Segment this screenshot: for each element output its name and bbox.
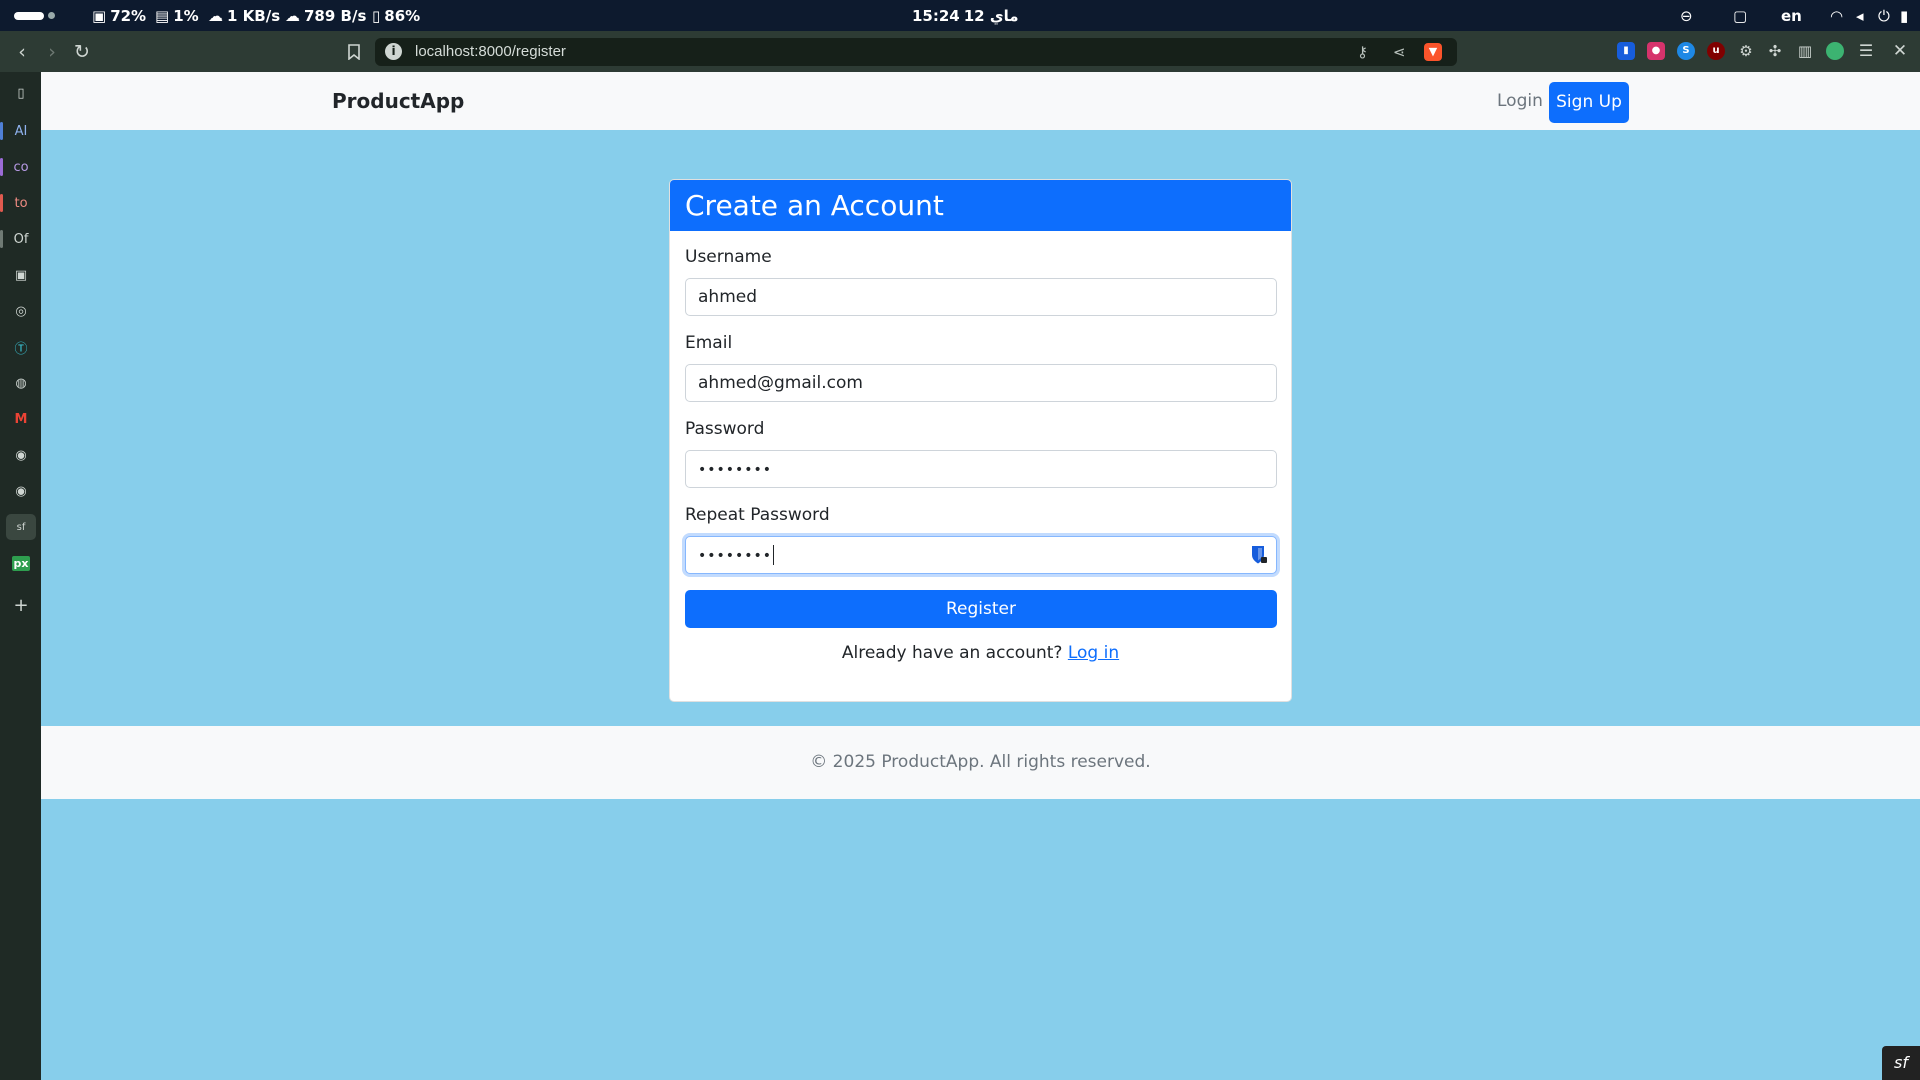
github-icon[interactable]: ◉ xyxy=(6,442,36,468)
sidebar-item-co[interactable]: co xyxy=(0,154,36,180)
disk-indicator: ▤ 1% xyxy=(155,0,199,31)
symfony-toolbar-icon[interactable]: sf xyxy=(1882,1046,1920,1080)
browser-toolbar: ‹ › ↻ i localhost:8000/register ⚷ ⋖ ▼ ▮ … xyxy=(0,31,1920,72)
upload-indicator: ☁ 789 B/s xyxy=(285,0,366,31)
sidebar-item-to[interactable]: to xyxy=(0,190,36,216)
text-caret xyxy=(773,545,775,565)
footer-text: © 2025 ProductApp. All rights reserved. xyxy=(810,752,1151,772)
login-link[interactable]: Log in xyxy=(1068,643,1119,663)
cpu-icon: ▣ xyxy=(92,6,107,25)
site-footer: © 2025 ProductApp. All rights reserved. xyxy=(41,726,1920,799)
disk-value: 1% xyxy=(173,6,199,25)
bitwarden-autofill-icon[interactable] xyxy=(1250,545,1268,565)
clock-time: 15:24 xyxy=(912,6,960,25)
translate-extension-icon[interactable]: S xyxy=(1677,42,1695,60)
chatgpt-icon[interactable]: ◎ xyxy=(6,298,36,324)
language-value: en xyxy=(1781,6,1802,25)
username-value: ahmed xyxy=(698,287,758,307)
register-button[interactable]: Register xyxy=(685,590,1277,628)
web-page: ProductApp Login Sign Up Create an Accou… xyxy=(41,72,1920,1080)
bookmark-icon[interactable] xyxy=(339,31,369,72)
site-navbar: ProductApp Login Sign Up xyxy=(41,72,1920,130)
power-icon[interactable]: ⏻ xyxy=(1878,0,1890,31)
brand-link[interactable]: ProductApp xyxy=(332,72,464,130)
card-title: Create an Account xyxy=(670,180,1291,231)
language-indicator[interactable]: en xyxy=(1781,0,1802,31)
github-icon-2[interactable]: ◉ xyxy=(6,478,36,504)
password-input[interactable]: •••••••• xyxy=(685,450,1277,488)
pixel-icon[interactable]: px xyxy=(6,550,36,576)
ai-extension-icon[interactable]: ⚙ xyxy=(1737,42,1755,60)
address-bar[interactable]: i localhost:8000/register ⚷ ⋖ ▼ xyxy=(375,38,1457,66)
nav-login-link[interactable]: Login xyxy=(1497,72,1543,130)
battery-icon: ▯ xyxy=(372,6,381,25)
sidebar-item-of[interactable]: Of xyxy=(0,226,36,252)
repeat-password-input[interactable]: •••••••• xyxy=(685,536,1277,574)
download-indicator: ☁ 1 KB/s xyxy=(208,0,280,31)
sidebar-panel-icon[interactable]: ▯ xyxy=(6,80,36,106)
username-label: Username xyxy=(685,247,772,267)
brave-shields-icon[interactable]: ▼ xyxy=(1424,43,1442,61)
battery-indicator: ▯ 86% xyxy=(372,0,420,31)
site-info-icon[interactable]: i xyxy=(385,43,402,60)
ublock-extension-icon[interactable]: u xyxy=(1707,42,1725,60)
sidebar-toggle-icon[interactable]: ▥ xyxy=(1796,42,1814,60)
upload-cloud-icon: ☁ xyxy=(285,6,300,25)
repeat-password-value: •••••••• xyxy=(698,548,773,564)
disk-icon: ▤ xyxy=(155,6,170,25)
email-label: Email xyxy=(685,333,733,353)
cpu-indicator: ▣ 72% xyxy=(92,0,146,31)
password-value: •••••••• xyxy=(698,462,773,478)
bitwarden-extension-icon[interactable]: ▮ xyxy=(1617,42,1635,60)
url-text[interactable]: localhost:8000/register xyxy=(415,38,566,66)
email-value: ahmed@gmail.com xyxy=(698,373,863,393)
microphone-extension-icon[interactable]: ● xyxy=(1647,42,1665,60)
clock[interactable]: 15:24 12 ماي xyxy=(912,0,1019,31)
activities-indicator[interactable] xyxy=(14,0,55,31)
download-value: 1 KB/s xyxy=(227,6,281,25)
add-panel-icon[interactable]: + xyxy=(6,592,36,618)
clipboard-icon[interactable]: ▢ xyxy=(1733,0,1747,31)
battery-value: 86% xyxy=(384,6,421,25)
share-icon[interactable]: ⋖ xyxy=(1393,38,1406,66)
reload-icon[interactable]: ↻ xyxy=(67,31,97,72)
globe-icon[interactable]: ◍ xyxy=(6,370,36,396)
email-input[interactable]: ahmed@gmail.com xyxy=(685,364,1277,402)
contacts-icon[interactable]: ▣ xyxy=(6,262,36,288)
gmail-icon[interactable]: M xyxy=(6,406,36,432)
upload-value: 789 B/s xyxy=(304,6,367,25)
sidebar-item-ai[interactable]: AI xyxy=(0,118,36,144)
password-label: Password xyxy=(685,419,765,439)
cpu-value: 72% xyxy=(110,6,147,25)
nav-signup-button[interactable]: Sign Up xyxy=(1549,82,1629,123)
extensions-puzzle-icon[interactable]: ✣ xyxy=(1766,42,1784,60)
volume-icon[interactable]: ◂ xyxy=(1856,0,1864,31)
download-cloud-icon: ☁ xyxy=(208,6,223,25)
browser-sidebar: ▯ AI co to Of ▣ ◎ Ⓣ ◍ M ◉ ◉ sf px + xyxy=(0,72,41,1080)
back-icon[interactable]: ‹ xyxy=(7,31,37,72)
status-icon[interactable]: ⊖ xyxy=(1680,0,1693,31)
wifi-icon[interactable]: ◠ xyxy=(1830,0,1843,31)
symfony-sidebar-icon[interactable]: sf xyxy=(6,514,36,540)
forward-icon[interactable]: › xyxy=(37,31,67,72)
os-top-bar: ▣ 72% ▤ 1% ☁ 1 KB/s ☁ 789 B/s ▯ 86% 15:2… xyxy=(0,0,1920,31)
battery-status-icon[interactable]: ▮ xyxy=(1900,0,1908,31)
login-prompt-text: Already have an account? xyxy=(841,643,1063,663)
login-prompt: Already have an account? Log in xyxy=(670,633,1291,673)
register-card: Create an Account Username ahmed Email a… xyxy=(669,179,1292,702)
password-key-icon[interactable]: ⚷ xyxy=(1357,38,1368,66)
username-input[interactable]: ahmed xyxy=(685,278,1277,316)
menu-icon[interactable]: ☰ xyxy=(1857,42,1875,60)
profile-avatar-icon[interactable] xyxy=(1826,42,1844,60)
translator-icon[interactable]: Ⓣ xyxy=(6,334,36,360)
clock-date: 12 ماي xyxy=(963,6,1019,25)
repeat-password-label: Repeat Password xyxy=(685,505,830,525)
close-window-icon[interactable]: ✕ xyxy=(1891,42,1909,60)
